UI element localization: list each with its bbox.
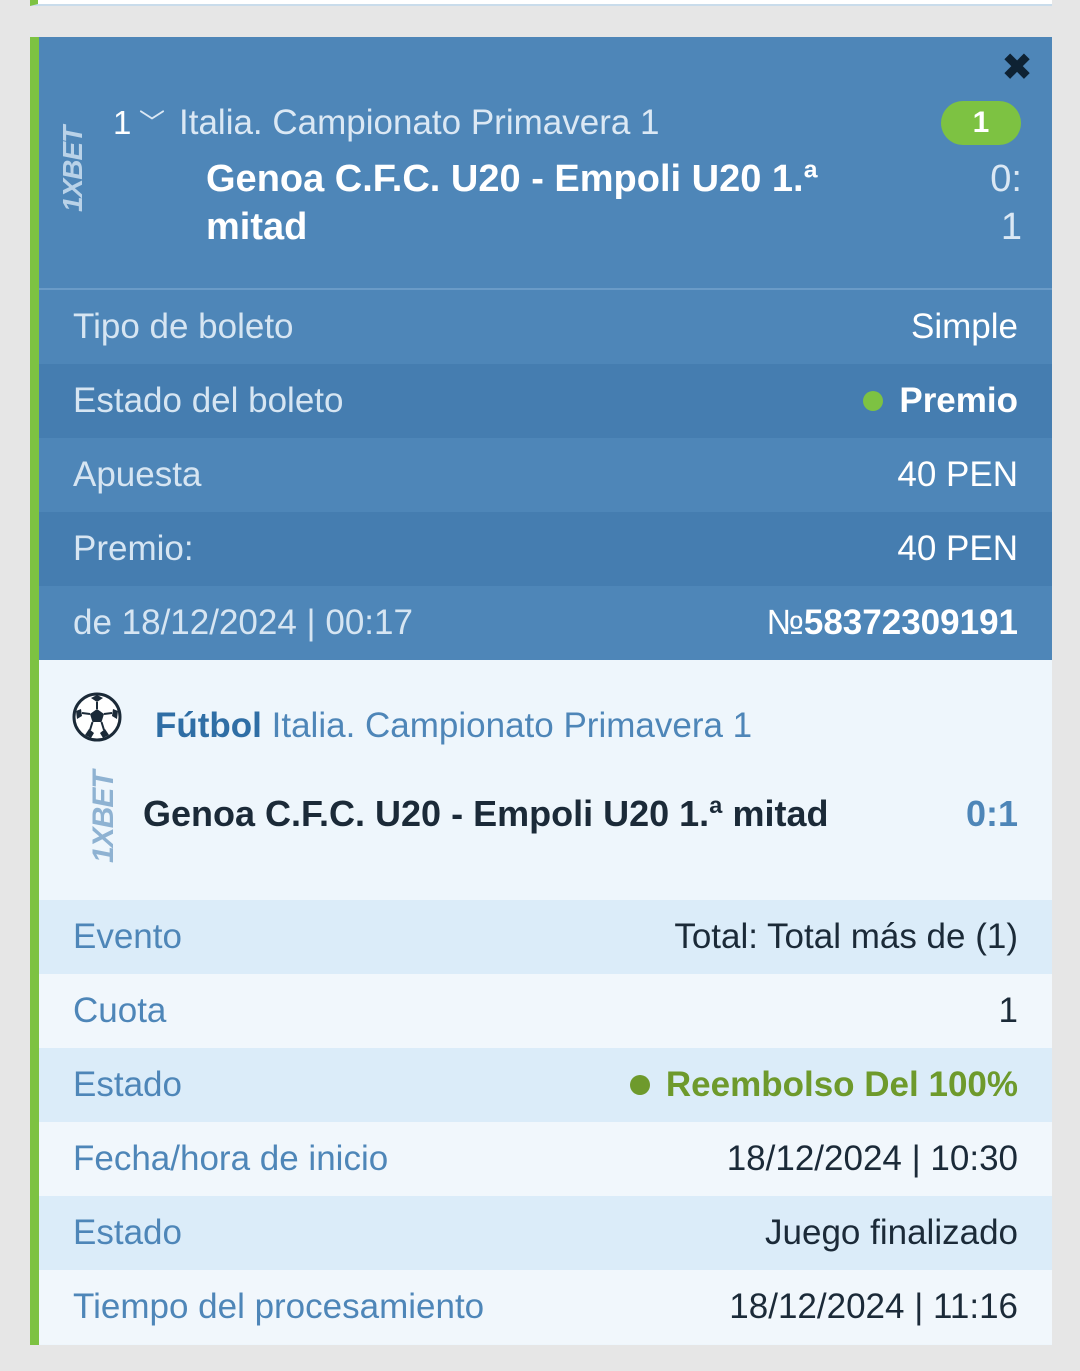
detail-value: Reembolso Del 100% [665,1065,1018,1104]
info-row-date-number: de 18/12/2024 | 00:17 № 58372309191 [39,586,1052,660]
detail-value: 1 [998,991,1018,1030]
info-row-ticket-status: Estado del boleto Premio [39,364,1052,438]
soccer-ball-icon [72,692,122,742]
event-section: 1XBET Fútbol Italia. Campionato Primaver… [39,663,1052,900]
detail-label: Estado [73,1065,182,1104]
detail-row-odds: Cuota 1 [39,974,1052,1048]
close-icon[interactable]: ✖ [1000,49,1034,87]
header-league: Italia. Campionato Primavera 1 [179,103,660,142]
event-details: Evento Total: Total más de (1) Cuota 1 E… [39,900,1052,1344]
brand-logo: 1XBET [87,771,120,863]
info-row-prize: Premio: 40 PEN [39,512,1052,586]
detail-value: Juego finalizado [765,1213,1018,1252]
info-value: Premio [899,381,1018,420]
event-sport: Fútbol [155,706,262,745]
event-count: 1 [113,104,132,141]
detail-row-event: Evento Total: Total más de (1) [39,900,1052,974]
status-dot-icon [629,1075,650,1095]
info-value: 40 PEN [897,529,1018,568]
detail-label: Cuota [73,991,167,1030]
ticket-number-prefix: № [766,603,804,642]
event-sport-league: Fútbol Italia. Campionato Primavera 1 [155,705,752,747]
bet-ticket-card: 1XBET ✖ 1 ﹀ Italia. Campionato Primavera… [30,37,1052,1345]
brand-logo: 1XBET [57,126,88,212]
detail-value: Total: Total más de (1) [674,917,1018,956]
event-score: 0:1 [965,793,1018,834]
info-label: Tipo de boleto [73,307,294,346]
info-row-ticket-type: Tipo de boleto Simple [39,290,1052,364]
header-score-line1: 0: [990,158,1022,200]
detail-label: Evento [73,917,182,956]
ticket-info: Tipo de boleto Simple Estado del boleto … [39,290,1052,660]
header-score-line2: 1 [1000,206,1022,248]
info-value: Simple [911,307,1018,346]
detail-row-game-status: Estado Juego finalizado [39,1196,1052,1270]
ticket-number-value: 58372309191 [803,603,1018,642]
event-match-title[interactable]: Genoa C.F.C. U20 - Empoli U20 1.ª mitad [143,793,828,835]
info-value: 40 PEN [897,455,1018,494]
status-badge: Premio [863,381,1018,421]
detail-value: 18/12/2024 | 10:30 [726,1139,1018,1178]
detail-label: Estado [73,1213,182,1252]
detail-label: Tiempo del procesamiento [73,1287,485,1326]
info-row-stake: Apuesta 40 PEN [39,438,1052,512]
header-score: 0: 1 [962,155,1022,251]
info-label: Apuesta [73,455,202,494]
detail-row-processing-time: Tiempo del procesamiento 18/12/2024 | 11… [39,1270,1052,1344]
ticket-number: № 58372309191 [766,603,1018,643]
detail-value: 18/12/2024 | 11:16 [729,1287,1018,1326]
odds-badge: 1 [941,101,1021,145]
event-league: Italia. Campionato Primavera 1 [271,706,753,745]
detail-label: Fecha/hora de inicio [73,1139,389,1178]
ticket-date: de 18/12/2024 | 00:17 [73,603,413,642]
detail-row-start-time: Fecha/hora de inicio 18/12/2024 | 10:30 [39,1122,1052,1196]
info-label: Premio: [73,529,194,568]
ticket-header[interactable]: 1XBET ✖ 1 ﹀ Italia. Campionato Primavera… [39,37,1052,290]
status-dot-icon [863,391,884,411]
info-label: Estado del boleto [73,381,344,420]
status-badge: Reembolso Del 100% [629,1065,1018,1105]
chevron-down-icon[interactable]: ﹀ [139,103,165,143]
detail-row-status: Estado Reembolso Del 100% [39,1048,1052,1122]
previous-card-edge [30,0,1052,6]
header-match-title: Genoa C.F.C. U20 - Empoli U20 1.ª mitad [206,158,818,248]
